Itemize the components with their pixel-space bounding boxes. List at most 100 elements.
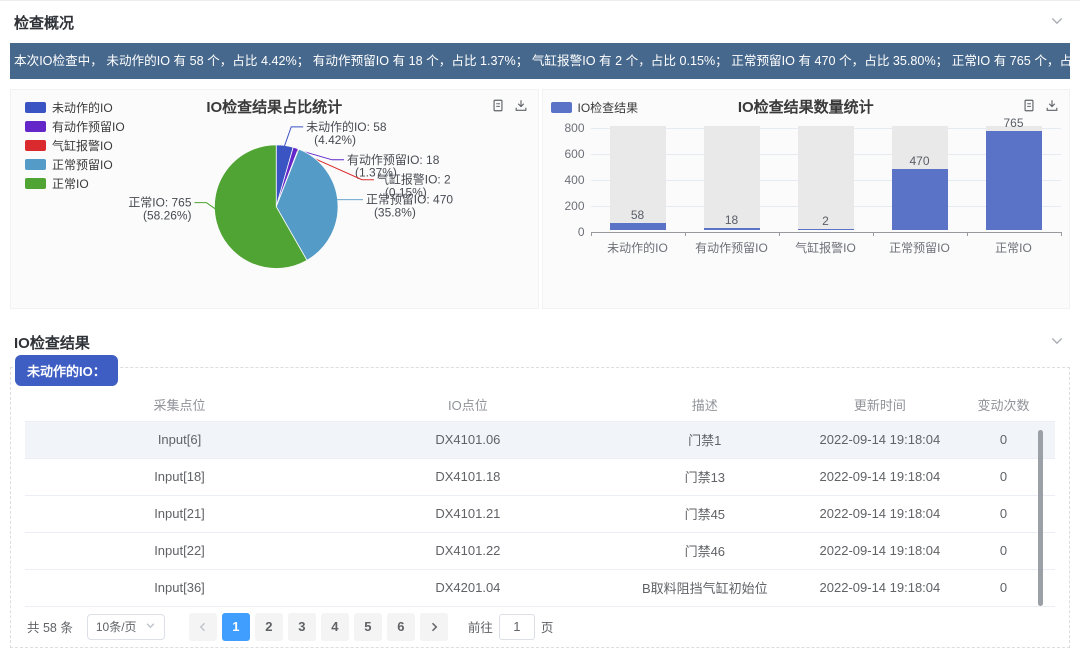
legend-swatch — [25, 140, 46, 151]
goto-page-input[interactable] — [499, 614, 535, 640]
unmoved-io-tag[interactable]: 未动作的IO： — [15, 355, 118, 386]
table-cell: 2022-09-14 19:18:04 — [808, 532, 952, 569]
chevron-down-icon — [1050, 334, 1064, 351]
x-axis-category: 正常IO — [967, 239, 1061, 256]
pie-label: 有动作预留IO: 18 — [347, 153, 440, 167]
legend-item[interactable]: 有动作预留IO — [25, 117, 125, 136]
x-axis-tick — [779, 232, 780, 236]
table-cell: Input[21] — [25, 495, 334, 532]
table-cell: Input[6] — [25, 421, 334, 458]
view-data-icon[interactable] — [491, 98, 505, 113]
pie-label: 正常预留IO: 470 — [366, 193, 453, 207]
page-button-3[interactable]: 3 — [288, 613, 316, 641]
table-cell: 2022-09-14 19:18:04 — [808, 569, 952, 606]
bar-chart: 020040060080058未动作的IO18有动作预留IO2气缸报警IO470… — [543, 90, 1070, 308]
bar[interactable] — [704, 228, 760, 230]
x-axis-tick — [1061, 232, 1062, 236]
legend-swatch — [25, 178, 46, 189]
pie-label-leader — [284, 127, 303, 147]
top-divider — [0, 0, 1080, 1]
table-cell: 门禁45 — [602, 495, 808, 532]
view-data-icon[interactable] — [1022, 98, 1036, 113]
legend-swatch — [551, 102, 572, 113]
legend-swatch — [25, 121, 46, 132]
bar-value-label: 470 — [880, 154, 960, 168]
table-cell: DX4101.21 — [334, 495, 602, 532]
table-scrollbar[interactable] — [1038, 430, 1043, 606]
legend-item[interactable]: 正常IO — [25, 174, 125, 193]
prev-page-button[interactable] — [189, 613, 217, 641]
bar-value-label: 765 — [974, 116, 1054, 130]
y-axis-tick: 800 — [545, 121, 585, 135]
chevron-down-icon — [1050, 14, 1064, 31]
legend-swatch — [25, 159, 46, 170]
pager: 123456 — [189, 613, 448, 641]
page-size-value: 10条/页 — [96, 618, 137, 635]
overview-collapse-button[interactable] — [1048, 12, 1066, 33]
table-cell: 门禁46 — [602, 532, 808, 569]
pie-legend: 未动作的IO有动作预留IO 气缸报警IO 正常预留IO 正常IO — [25, 98, 125, 193]
table-cell: DX4101.06 — [334, 421, 602, 458]
charts-row: 未动作的IO有动作预留IO气缸报警IO正常预留IO正常IO IO检查结果占比统计… — [10, 89, 1070, 309]
table-cell: Input[18] — [25, 458, 334, 495]
download-icon[interactable] — [1045, 98, 1059, 113]
next-page-button[interactable] — [420, 613, 448, 641]
x-axis-tick — [685, 232, 686, 236]
table-row: Input[36]DX4201.04B取料阻挡气缸初始位2022-09-14 1… — [25, 569, 1055, 606]
bar-value-label: 18 — [692, 213, 772, 227]
download-icon[interactable] — [514, 98, 528, 113]
bar[interactable] — [798, 229, 854, 230]
table-cell: 2022-09-14 19:18:04 — [808, 495, 952, 532]
pagination-bar: 共 58 条 10条/页 123456 前往 页 — [25, 609, 1055, 645]
pie-chart-panel: 未动作的IO有动作预留IO气缸报警IO正常预留IO正常IO IO检查结果占比统计… — [10, 89, 539, 309]
x-axis-category: 未动作的IO — [591, 239, 685, 256]
bar-chart-tools — [1022, 98, 1059, 113]
table-header-row: 采集点位IO点位描述更新时间变动次数 — [25, 388, 1055, 421]
pie-label: 正常IO: 765 — [128, 196, 191, 210]
page-size-select[interactable]: 10条/页 — [87, 614, 165, 640]
total-count: 共 58 条 — [27, 617, 73, 636]
pie-label: 未动作的IO: 58 — [306, 119, 387, 134]
legend-item[interactable]: IO检查结果 — [551, 98, 639, 117]
legend-label: IO检查结果 — [578, 99, 639, 116]
page-button-1[interactable]: 1 — [222, 613, 250, 641]
x-axis-tick — [967, 232, 968, 236]
table-cell: Input[36] — [25, 569, 334, 606]
page-button-4[interactable]: 4 — [321, 613, 349, 641]
y-axis-tick: 600 — [545, 147, 585, 161]
x-axis-tick — [873, 232, 874, 236]
legend-item[interactable]: 正常预留IO — [25, 155, 125, 174]
legend-item[interactable]: 气缸报警IO — [25, 136, 125, 155]
goto-suffix: 页 — [541, 617, 554, 636]
x-axis-category: 正常预留IO — [873, 239, 967, 256]
page-button-6[interactable]: 6 — [387, 613, 415, 641]
legend-item[interactable]: 未动作的IO — [25, 98, 125, 117]
legend-swatch — [25, 102, 46, 113]
goto-page: 前往 页 — [468, 614, 554, 640]
overview-title: 检查概况 — [14, 12, 74, 33]
pie-label: (58.26%) — [143, 209, 192, 223]
table-cell: DX4101.22 — [334, 532, 602, 569]
y-axis-tick: 400 — [545, 173, 585, 187]
table-row: Input[21]DX4101.21门禁452022-09-14 19:18:0… — [25, 495, 1055, 532]
table-cell: 2022-09-14 19:18:04 — [808, 421, 952, 458]
pie-label: (4.42%) — [314, 133, 356, 147]
page-button-5[interactable]: 5 — [354, 613, 382, 641]
legend-label: 有动作预留IO — [52, 118, 125, 135]
legend-label: 气缸报警IO — [52, 137, 113, 154]
column-header: 采集点位 — [25, 388, 334, 421]
bar[interactable] — [892, 169, 948, 230]
page-button-2[interactable]: 2 — [255, 613, 283, 641]
bar-value-label: 2 — [786, 214, 866, 228]
table-row: Input[6]DX4101.06门禁12022-09-14 19:18:040 — [25, 421, 1055, 458]
bar-chart-panel: IO检查结果 IO检查结果数量统计 020040060080058未动作的IO1… — [542, 89, 1071, 309]
bar[interactable] — [986, 131, 1042, 231]
overview-section-header: 检查概况 — [10, 5, 1070, 39]
results-title: IO检查结果 — [14, 332, 90, 353]
table-row: Input[22]DX4101.22门禁462022-09-14 19:18:0… — [25, 532, 1055, 569]
legend-label: 正常预留IO — [52, 156, 113, 173]
results-collapse-button[interactable] — [1048, 332, 1066, 353]
bar[interactable] — [610, 223, 666, 231]
table-cell: DX4201.04 — [334, 569, 602, 606]
legend-label: 正常IO — [52, 175, 89, 192]
